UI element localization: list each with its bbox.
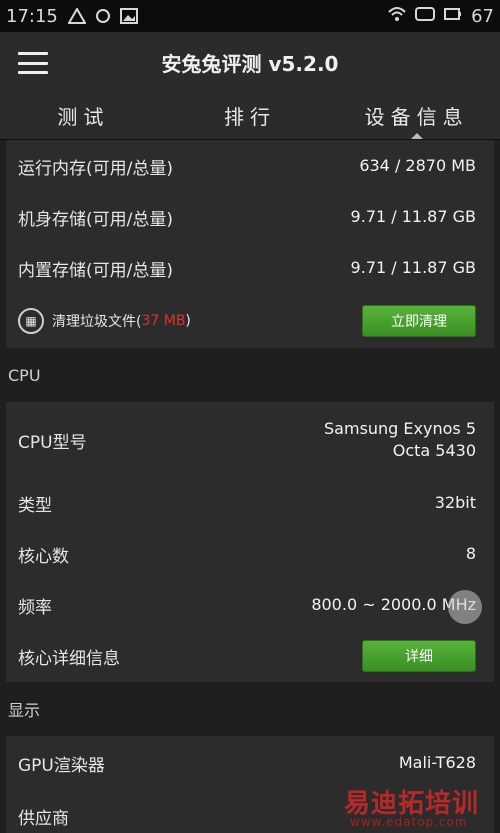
ram-row: 运行内存(可用/总量) 634 / 2870 MB — [6, 140, 494, 192]
menu-icon[interactable] — [18, 52, 48, 74]
cpu-model-line1: Samsung Exynos 5 — [324, 419, 476, 438]
window-icon — [415, 6, 436, 27]
status-time: 17:15 — [6, 5, 58, 27]
battery-level: 67 — [471, 5, 494, 27]
clean-row: ▦ 清理垃圾文件(37 MB) 立即清理 — [6, 294, 494, 348]
tab-ranking[interactable]: 排行 — [167, 92, 334, 139]
cpu-card: CPU型号 Samsung Exynos 5 Octa 5430 类型 32bi… — [6, 402, 494, 682]
watermark-url: www.edatop.com — [350, 815, 468, 829]
gpu-value: Mali-T628 — [398, 753, 476, 772]
cpu-detail-label: 核心详细信息 — [18, 648, 120, 669]
cpu-model-line2: Octa 5430 — [392, 441, 476, 460]
clean-info: ▦ 清理垃圾文件(37 MB) — [18, 308, 191, 334]
image-icon — [119, 8, 138, 24]
cpu-model-label: CPU型号 — [18, 432, 87, 453]
internal-storage-value: 9.71 / 11.87 GB — [350, 258, 476, 277]
tab-bar: 测试 排行 设备信息 — [0, 92, 500, 140]
ram-label: 运行内存(可用/总量) — [18, 158, 173, 179]
cpu-type-value: 32bit — [434, 493, 476, 512]
cpu-cores-row: 核心数 8 — [6, 528, 494, 580]
cpu-frequency-label: 频率 — [18, 597, 52, 618]
clean-label-prefix: 清理垃圾文件( — [52, 314, 142, 330]
cpu-detail-row: 核心详细信息 详细 — [6, 630, 494, 682]
storage-row: 机身存储(可用/总量) 9.71 / 11.87 GB — [6, 192, 494, 242]
battery-icon — [443, 6, 463, 27]
gpu-row: GPU渲染器 Mali-T628 — [6, 736, 494, 790]
tab-device-info[interactable]: 设备信息 — [333, 92, 500, 139]
trash-icon: ▦ — [18, 308, 44, 334]
ram-value: 634 / 2870 MB — [359, 156, 476, 175]
cpu-cores-label: 核心数 — [18, 546, 69, 567]
wifi-icon — [387, 6, 407, 27]
cpu-model-row: CPU型号 Samsung Exynos 5 Octa 5430 — [6, 402, 494, 478]
status-bar: 17:15 67 — [0, 0, 500, 32]
cpu-cores-value: 8 — [465, 544, 476, 563]
tab-test[interactable]: 测试 — [0, 92, 167, 139]
gpu-label: GPU渲染器 — [18, 755, 105, 776]
main-content: 运行内存(可用/总量) 634 / 2870 MB 机身存储(可用/总量) 9.… — [0, 140, 500, 833]
memory-card: 运行内存(可用/总量) 634 / 2870 MB 机身存储(可用/总量) 9.… — [6, 140, 494, 348]
app-title: 安兔兔评测 v5.2.0 — [161, 51, 339, 76]
display-section-header: 显示 — [0, 682, 500, 736]
notification-icon — [67, 6, 87, 24]
cpu-type-label: 类型 — [18, 495, 52, 516]
internal-storage-label: 内置存储(可用/总量) — [18, 260, 173, 281]
internal-storage-row: 内置存储(可用/总量) 9.71 / 11.87 GB — [6, 242, 494, 294]
storage-value: 9.71 / 11.87 GB — [350, 207, 476, 226]
storage-label: 机身存储(可用/总量) — [18, 209, 173, 230]
cpu-type-row: 类型 32bit — [6, 478, 494, 528]
junk-size: 37 MB — [141, 313, 186, 329]
watermark: 易迪拓培训 www.edatop.com — [344, 783, 500, 833]
cpu-detail-button[interactable]: 详细 — [362, 640, 476, 672]
clean-label-suffix: ) — [185, 313, 191, 329]
cpu-frequency-row: 频率 800.0 ~ 2000.0 MHz — [6, 580, 494, 630]
sync-icon — [94, 8, 112, 24]
app-bar: 安兔兔评测 v5.2.0 — [0, 32, 500, 92]
cpu-model-value: Samsung Exynos 5 Octa 5430 — [324, 418, 476, 462]
clean-now-button[interactable]: 立即清理 — [362, 305, 476, 337]
touch-indicator — [448, 590, 482, 624]
cpu-section-header: CPU — [0, 348, 500, 402]
vendor-label: 供应商 — [18, 808, 69, 829]
